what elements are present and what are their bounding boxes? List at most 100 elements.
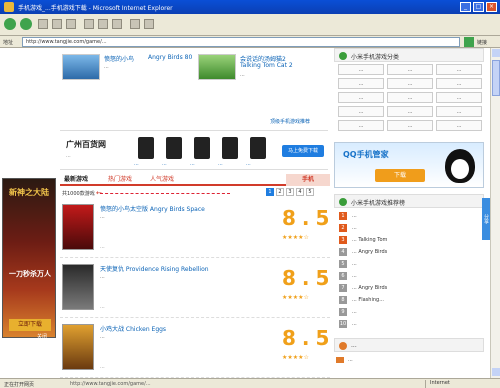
recommend-box-header: 小米手机游戏推荐榜 <box>334 194 484 208</box>
game-cover[interactable] <box>62 264 94 310</box>
refresh-icon[interactable] <box>52 19 62 29</box>
game-title[interactable]: 天使复仇 Providence Rising Rebellion <box>100 264 209 273</box>
recommend-name[interactable]: ... <box>352 321 357 327</box>
category-link[interactable]: ... <box>436 64 482 75</box>
recommend-item[interactable]: 9... <box>338 306 482 318</box>
go-icon[interactable] <box>464 37 474 47</box>
scrollbar-thumb[interactable] <box>492 60 500 96</box>
right-column: 小米手机游戏分类 ... ... ... ... ... ... ... ...… <box>334 48 484 378</box>
history-icon[interactable] <box>112 19 122 29</box>
page-link[interactable]: 1 <box>266 188 274 196</box>
vertical-scrollbar[interactable] <box>490 48 500 378</box>
category-link[interactable]: ... <box>387 120 433 131</box>
ad-close-link[interactable]: 关闭 <box>37 333 47 340</box>
print-icon[interactable] <box>144 19 154 29</box>
page-link[interactable]: 3 <box>286 188 294 196</box>
stop-icon[interactable] <box>38 19 48 29</box>
recommend-item[interactable]: 1... <box>338 210 482 222</box>
tab-hot[interactable]: 热门游戏 <box>108 175 132 185</box>
banner-download-button[interactable]: 马上免费下载 <box>282 145 324 157</box>
recommend-name[interactable]: ... Flashing... <box>352 297 384 303</box>
game-cover[interactable] <box>62 204 94 250</box>
page-link[interactable]: 4 <box>296 188 304 196</box>
qq-manager-ad[interactable]: QQ手机管家 下载 <box>334 142 484 188</box>
recommend-item[interactable]: 6... <box>338 270 482 282</box>
game-title[interactable]: 小鸡大战 Chicken Eggs <box>100 324 166 333</box>
back-icon[interactable] <box>4 18 16 30</box>
page-link[interactable]: 5 <box>306 188 314 196</box>
category-link[interactable]: ... <box>387 64 433 75</box>
category-link[interactable]: ... <box>387 92 433 103</box>
game-cover[interactable] <box>62 324 94 370</box>
recommend-item[interactable]: 10... <box>338 318 482 330</box>
tab-mobile[interactable]: 手机 <box>286 174 330 186</box>
featured-title[interactable]: 愤怒的小鸟 <box>104 54 134 63</box>
phone-price: ... <box>162 161 167 167</box>
category-link[interactable]: ... <box>338 78 384 89</box>
recommend-name[interactable]: ... <box>352 213 357 219</box>
featured-thumb[interactable] <box>198 54 236 80</box>
category-link[interactable]: ... <box>387 106 433 117</box>
tab-popular[interactable]: 人气游戏 <box>150 175 174 185</box>
category-link[interactable]: ... <box>338 64 384 75</box>
phone-image <box>222 137 238 159</box>
recommend-name[interactable]: ... <box>352 309 357 315</box>
scroll-down-icon[interactable] <box>492 368 500 376</box>
category-link[interactable]: ... <box>338 120 384 131</box>
recommend-item[interactable]: 3 ... Talking Tom <box>338 234 482 246</box>
featured-thumb[interactable] <box>62 54 100 80</box>
recommend-name[interactable]: ... <box>352 225 357 231</box>
favorites-icon[interactable] <box>98 19 108 29</box>
address-input[interactable]: http://www.tangjie.com/game/... <box>22 37 460 47</box>
recommend-item[interactable]: 5... <box>338 258 482 270</box>
recommend-item[interactable]: 4 ... Angry Birds <box>338 246 482 258</box>
recommend-name[interactable]: ... Talking Tom <box>352 237 387 243</box>
home-icon[interactable] <box>66 19 76 29</box>
secondary-item[interactable]: ... <box>334 354 484 366</box>
maximize-button[interactable]: □ <box>473 2 484 12</box>
store-banner[interactable]: 广州百货网 ... ... ... ... ... ... 马上免费下载 <box>60 130 328 170</box>
qq-download-button[interactable]: 下载 <box>375 169 425 182</box>
recommend-name[interactable]: ... Angry Birds <box>352 249 387 255</box>
category-link[interactable]: ... <box>436 92 482 103</box>
ticket-icon <box>336 357 344 363</box>
recommend-item[interactable]: 8 ... Flashing... <box>338 294 482 306</box>
category-box-header: 小米手机游戏分类 <box>334 48 484 62</box>
phone-price: ... <box>134 161 139 167</box>
secondary-list: ... <box>334 354 484 366</box>
browser-toolbar <box>0 14 500 36</box>
minimize-button[interactable]: _ <box>460 2 471 12</box>
category-link[interactable]: ... <box>436 120 482 131</box>
recommend-item[interactable]: 7 ... Angry Birds <box>338 282 482 294</box>
page-link[interactable]: 2 <box>276 188 284 196</box>
category-grid: ... ... ... ... ... ... ... ... ... ... … <box>338 64 482 131</box>
share-side-tab[interactable]: 分享 <box>482 198 490 240</box>
phone-price: ... <box>218 161 223 167</box>
close-button[interactable]: × <box>486 2 497 12</box>
mail-icon[interactable] <box>130 19 140 29</box>
left-game-ad[interactable]: 新神之大陆 一刀秒杀万人 立即下载 关闭 <box>2 178 56 340</box>
ad-download-button[interactable]: 立即下载 <box>9 319 51 331</box>
secondary-item-label[interactable]: ... <box>348 357 353 363</box>
links-label[interactable]: 链接 <box>477 39 487 46</box>
category-link[interactable]: ... <box>387 78 433 89</box>
star-rating: ★★★★☆ <box>282 234 309 241</box>
featured-subtitle[interactable]: Angry Birds 80 <box>148 54 192 61</box>
search-icon[interactable] <box>84 19 94 29</box>
category-link[interactable]: ... <box>338 106 384 117</box>
tab-latest[interactable]: 最新游戏 <box>64 175 88 185</box>
featured-subtitle[interactable]: Talking Tom Cat 2 <box>240 62 293 69</box>
game-title[interactable]: 愤怒的小鸟太空版 Angry Birds Space <box>100 204 205 213</box>
category-link[interactable]: ... <box>436 78 482 89</box>
category-link[interactable]: ... <box>338 92 384 103</box>
more-mobile-games-link[interactable]: 顶级手机游戏推荐 <box>270 118 310 125</box>
recommend-name[interactable]: ... <box>352 261 357 267</box>
game-score: 8.5 <box>282 326 336 350</box>
recommend-name[interactable]: ... <box>352 273 357 279</box>
forward-icon[interactable] <box>20 18 32 30</box>
recommend-item[interactable]: 2... <box>338 222 482 234</box>
recommend-name[interactable]: ... Angry Birds <box>352 285 387 291</box>
secondary-box-title: ... <box>351 342 357 349</box>
scroll-up-icon[interactable] <box>492 49 500 57</box>
category-link[interactable]: ... <box>436 106 482 117</box>
